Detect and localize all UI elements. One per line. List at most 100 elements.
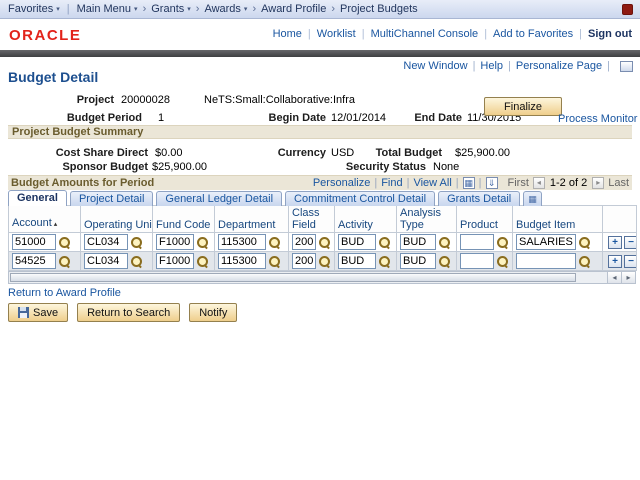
column-header-account[interactable]: Account ▴ xyxy=(8,205,81,233)
copy-url-icon[interactable] xyxy=(620,60,633,72)
next-rows-icon[interactable]: ▸ xyxy=(592,177,605,189)
lookup-icon[interactable] xyxy=(578,236,591,249)
tab-general[interactable]: General xyxy=(8,190,67,206)
operating-unit-input[interactable] xyxy=(84,253,128,269)
activity-input[interactable] xyxy=(338,234,376,250)
show-all-columns-tab[interactable]: ▦ xyxy=(523,191,542,206)
previous-rows-icon[interactable]: ◂ xyxy=(532,177,545,189)
column-header-activity[interactable]: Activity xyxy=(334,205,397,233)
lookup-icon[interactable] xyxy=(58,255,71,268)
column-header-department[interactable]: Department xyxy=(214,205,289,233)
lookup-icon[interactable] xyxy=(196,236,209,249)
lookup-icon[interactable] xyxy=(496,236,509,249)
breadcrumb-project-budgets[interactable]: Project Budgets xyxy=(340,3,418,15)
help-link[interactable]: Help xyxy=(480,60,503,72)
breadcrumb-main-menu[interactable]: Main Menu ▾ xyxy=(77,3,138,15)
scrollbar-track[interactable] xyxy=(577,272,607,283)
column-label: Class Field xyxy=(292,207,320,231)
column-label: Analysis Type xyxy=(400,207,441,231)
column-header-product[interactable]: Product xyxy=(456,205,513,233)
breadcrumb-grants[interactable]: Grants ▾ xyxy=(151,3,191,15)
save-button[interactable]: Save xyxy=(8,303,69,322)
budget-amounts-grid: Account ▴ Operating Unit Fund Code Depart… xyxy=(8,205,637,271)
operating-unit-input[interactable] xyxy=(84,234,128,250)
activity-input[interactable] xyxy=(338,253,376,269)
lookup-icon[interactable] xyxy=(268,255,281,268)
tab-commitment-control-detail[interactable]: Commitment Control Detail xyxy=(285,191,436,206)
lookup-icon[interactable] xyxy=(130,255,143,268)
lookup-icon[interactable] xyxy=(318,236,331,249)
lookup-icon[interactable] xyxy=(438,255,451,268)
new-window-link[interactable]: New Window xyxy=(403,60,467,72)
home-link[interactable]: Home xyxy=(273,28,302,40)
lookup-icon[interactable] xyxy=(438,236,451,249)
worklist-link[interactable]: Worklist xyxy=(317,28,356,40)
lookup-icon[interactable] xyxy=(378,255,391,268)
last-link[interactable]: Last xyxy=(608,177,629,189)
scroll-left-icon[interactable]: ◂ xyxy=(607,272,621,283)
return-to-search-button[interactable]: Return to Search xyxy=(77,303,181,322)
department-input[interactable] xyxy=(218,253,266,269)
sign-out-link[interactable]: Sign out xyxy=(588,28,632,40)
add-to-favorites-link[interactable]: Add to Favorites xyxy=(493,28,573,40)
class-field-input[interactable] xyxy=(292,253,316,269)
breadcrumb: Favorites ▾ Main Menu ▾ › Grants ▾ › Awa… xyxy=(0,0,640,19)
view-all-link[interactable]: View All xyxy=(413,177,451,189)
column-header-class-field[interactable]: Class Field xyxy=(288,205,335,233)
lookup-icon[interactable] xyxy=(378,236,391,249)
lookup-icon[interactable] xyxy=(318,255,331,268)
first-link[interactable]: First xyxy=(508,177,529,189)
lookup-icon[interactable] xyxy=(578,255,591,268)
save-button-label: Save xyxy=(33,306,59,319)
department-input[interactable] xyxy=(218,234,266,250)
save-disk-icon xyxy=(18,307,29,318)
multichannel-console-link[interactable]: MultiChannel Console xyxy=(371,28,479,40)
zoom-grid-icon[interactable]: ▦ xyxy=(462,177,475,189)
download-icon[interactable]: ⇓ xyxy=(485,177,498,189)
breadcrumb-grants-label: Grants xyxy=(151,3,185,15)
scrollbar-thumb[interactable] xyxy=(10,273,576,282)
tab-grants-detail[interactable]: Grants Detail xyxy=(438,191,521,206)
breadcrumb-favorites[interactable]: Favorites ▾ xyxy=(8,3,60,15)
scroll-right-icon[interactable]: ▸ xyxy=(621,272,635,283)
product-input[interactable] xyxy=(460,234,494,250)
fund-code-input[interactable] xyxy=(156,253,194,269)
finalize-button[interactable]: Finalize xyxy=(484,97,562,116)
menu-red-icon[interactable] xyxy=(622,4,633,15)
tab-general-ledger-detail[interactable]: General Ledger Detail xyxy=(156,191,283,206)
find-link[interactable]: Find xyxy=(381,177,402,189)
product-input[interactable] xyxy=(460,253,494,269)
tab-project-detail[interactable]: Project Detail xyxy=(69,191,154,206)
class-field-input[interactable] xyxy=(292,234,316,250)
return-to-award-profile-link[interactable]: Return to Award Profile xyxy=(8,287,121,299)
grid-title: Budget Amounts for Period xyxy=(11,177,155,189)
project-name-value: NeTS:Small:Collaborative:Infra xyxy=(204,94,356,106)
breadcrumb-separator-icon: › xyxy=(331,3,335,15)
lookup-icon[interactable] xyxy=(496,255,509,268)
add-row-button[interactable]: + xyxy=(608,235,622,249)
budget-item-input[interactable] xyxy=(516,234,576,250)
breadcrumb-awards[interactable]: Awards ▾ xyxy=(204,3,247,15)
account-input[interactable] xyxy=(12,234,56,250)
fund-code-input[interactable] xyxy=(156,234,194,250)
column-header-budget-item[interactable]: Budget Item xyxy=(512,205,603,233)
delete-row-button[interactable]: − xyxy=(624,235,636,249)
account-input[interactable] xyxy=(12,253,56,269)
personalize-page-link[interactable]: Personalize Page xyxy=(516,60,602,72)
lookup-icon[interactable] xyxy=(268,236,281,249)
column-header-operating-unit[interactable]: Operating Unit xyxy=(80,205,153,233)
process-monitor-link[interactable]: Process Monitor xyxy=(558,113,637,125)
breadcrumb-award-profile[interactable]: Award Profile xyxy=(261,3,326,15)
analysis-type-input[interactable] xyxy=(400,253,436,269)
lookup-icon[interactable] xyxy=(58,236,71,249)
personalize-link[interactable]: Personalize xyxy=(313,177,370,189)
delete-row-button[interactable]: − xyxy=(624,254,636,268)
lookup-icon[interactable] xyxy=(130,236,143,249)
budget-item-input[interactable] xyxy=(516,253,576,269)
analysis-type-input[interactable] xyxy=(400,234,436,250)
column-header-analysis-type[interactable]: Analysis Type xyxy=(396,205,457,233)
add-row-button[interactable]: + xyxy=(608,254,622,268)
notify-button[interactable]: Notify xyxy=(189,303,238,322)
lookup-icon[interactable] xyxy=(196,255,209,268)
column-header-fund-code[interactable]: Fund Code xyxy=(152,205,215,233)
